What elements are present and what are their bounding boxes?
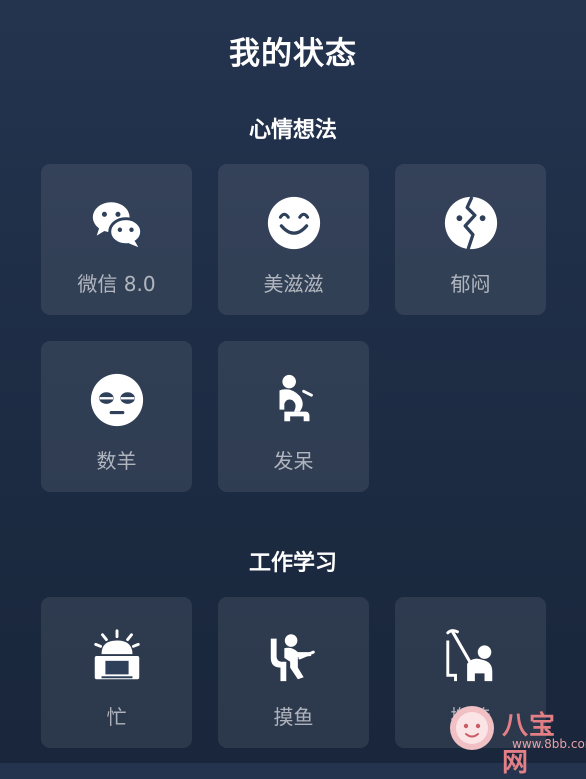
status-label: 摸鱼 xyxy=(273,705,314,729)
watermark-url: www.8bb.com xyxy=(512,737,586,751)
status-tile-wechat-8[interactable]: 微信 8.0 xyxy=(41,164,192,315)
broken-heart-face-icon xyxy=(442,194,500,252)
laborer-pickaxe-icon xyxy=(442,627,500,685)
sleepy-face-icon xyxy=(88,371,146,429)
status-tile-slacking[interactable]: 摸鱼 xyxy=(218,597,369,748)
page-title: 我的状态 xyxy=(229,36,357,72)
status-label: 忙 xyxy=(106,705,127,729)
mood-status-grid: 微信 8.0 美滋滋 郁闷 数羊 发呆 xyxy=(41,164,546,492)
status-tile-happy[interactable]: 美滋滋 xyxy=(218,164,369,315)
status-tile-daze[interactable]: 发呆 xyxy=(218,341,369,492)
slacking-person-icon xyxy=(265,627,323,685)
watermark-logo-icon xyxy=(446,701,498,753)
section-title-work: 工作学习 xyxy=(248,551,337,576)
wechat-icon xyxy=(88,194,146,252)
status-label: 美滋滋 xyxy=(263,272,324,296)
daze-person-icon xyxy=(265,371,323,429)
status-tile-gloomy[interactable]: 郁闷 xyxy=(395,164,546,315)
smile-face-icon xyxy=(265,194,323,252)
watermark: 八宝网 www.8bb.com xyxy=(444,699,586,778)
status-label: 微信 8.0 xyxy=(77,272,156,296)
status-tile-busy[interactable]: 忙 xyxy=(41,597,192,748)
status-label: 郁闷 xyxy=(450,272,491,296)
status-label: 发呆 xyxy=(273,449,314,473)
busy-siren-laptop-icon xyxy=(88,627,146,685)
status-label: 数羊 xyxy=(96,449,137,473)
section-title-mood: 心情想法 xyxy=(248,118,337,143)
status-tile-counting-sheep[interactable]: 数羊 xyxy=(41,341,192,492)
